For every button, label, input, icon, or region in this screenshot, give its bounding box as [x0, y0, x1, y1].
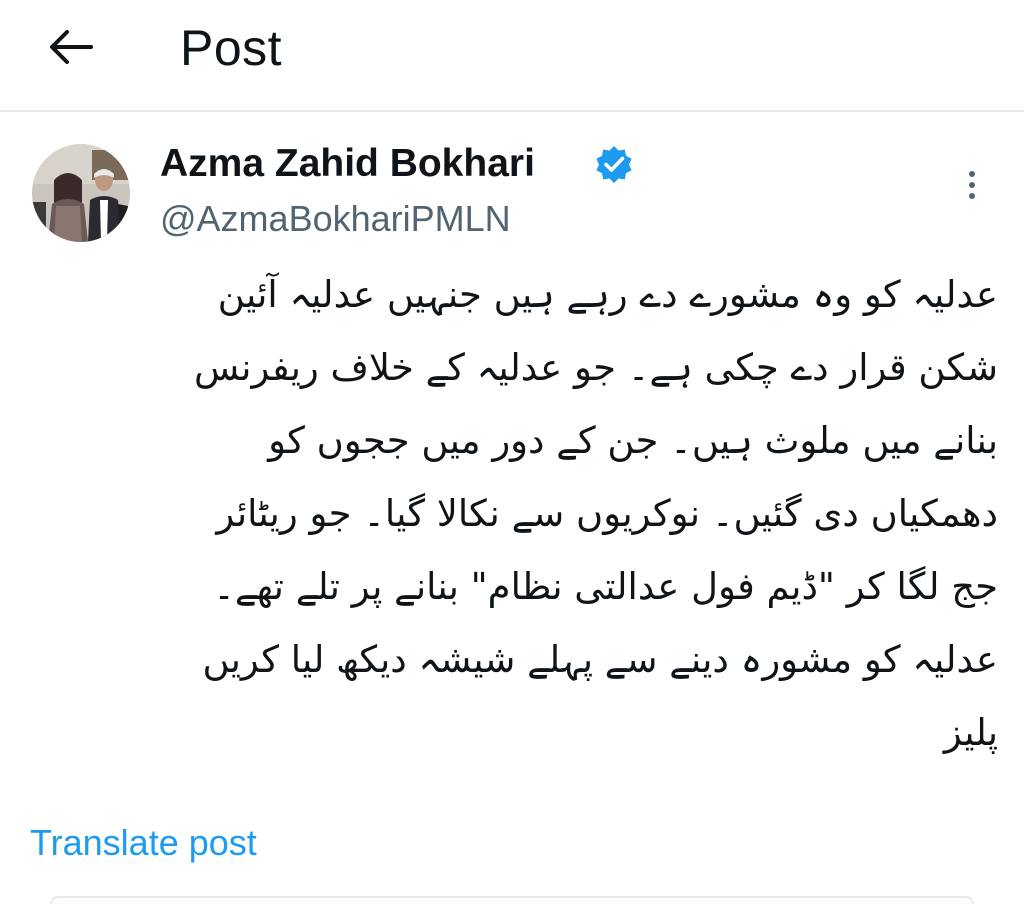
author-name[interactable]: Azma Zahid Bokhari	[160, 140, 535, 188]
avatar-photo	[32, 144, 130, 242]
post-text-line: دھمکیاں دی گئیں۔ نوکریوں سے نکالا گیا۔ ج…	[216, 492, 998, 535]
more-options-icon[interactable]	[952, 160, 992, 210]
author-handle[interactable]: @AzmaBokhariPMLN	[160, 196, 511, 242]
page-title: Post	[180, 20, 283, 76]
post-text-line: جج لگا کر "ڈیم فول عدالتی نظام" بنانے پر…	[213, 565, 998, 608]
more-dot	[969, 193, 975, 199]
post-page: Post Azma Zahid Bokhari @AzmaBokhariPMLN	[0, 0, 1024, 904]
top-bar: Post	[0, 0, 1024, 112]
avatar[interactable]	[32, 144, 130, 242]
post-text-line: پلیز	[943, 711, 998, 754]
verified-badge-icon	[596, 146, 632, 183]
post-text-line: عدلیہ کو وہ مشورے دے رہے ہیں جنہیں عدلیہ…	[217, 273, 998, 316]
arrow-left-icon	[50, 30, 93, 64]
post-text-line: بنانے میں ملوث ہیں۔ جن کے دور میں ججوں ک…	[268, 419, 998, 462]
translate-post-link[interactable]: Translate post	[30, 820, 257, 866]
media-card-edge	[50, 896, 974, 904]
post-text: عدلیہ کو وہ مشورے دے رہے ہیں جنہیں عدلیہ…	[30, 258, 998, 769]
more-dot	[969, 171, 975, 177]
more-dot	[969, 182, 975, 188]
back-button[interactable]	[40, 22, 102, 72]
post-text-line: شکن قرار دے چکی ہے۔ جو عدلیہ کے خلاف ریف…	[193, 346, 998, 389]
post-text-line: عدلیہ کو مشورہ دینے سے پہلے شیشہ دیکھ لی…	[202, 638, 998, 681]
